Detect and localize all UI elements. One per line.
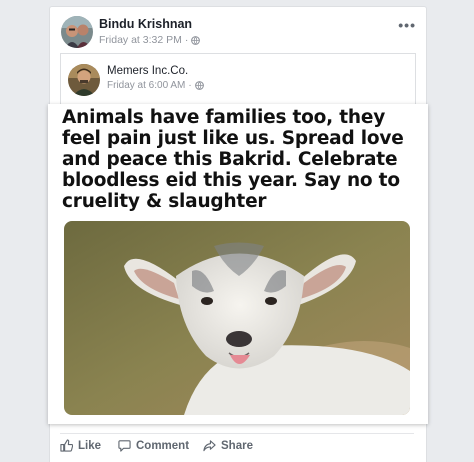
globe-icon [191, 35, 201, 45]
meme-caption: Animals have families too, they feel pai… [62, 107, 404, 212]
post-actions: Like Comment Share [60, 433, 414, 456]
poster-avatar[interactable] [61, 16, 93, 48]
shared-time[interactable]: Friday at 6:00 AM [107, 80, 185, 91]
comment-label: Comment [136, 439, 190, 452]
like-button[interactable]: Like [60, 439, 101, 452]
like-icon [60, 439, 73, 452]
post-card: Bindu Krishnan Friday at 3:32 PM · ••• M… [48, 6, 428, 462]
poster-name[interactable]: Bindu Krishnan [99, 17, 192, 31]
post-timestamp: Friday at 3:32 PM · [99, 34, 201, 46]
shared-meta-separator: · [188, 80, 192, 91]
comment-icon [118, 440, 131, 452]
meta-separator: · [184, 34, 189, 46]
shared-author-name[interactable]: Memers Inc.Co. [107, 65, 188, 77]
shared-timestamp: Friday at 6:00 AM · [107, 80, 204, 91]
shared-post: Memers Inc.Co. Friday at 6:00 AM · Anima… [48, 53, 428, 424]
globe-icon [194, 81, 204, 90]
share-button[interactable]: Share [203, 439, 253, 452]
like-label: Like [78, 439, 102, 452]
shared-author-avatar[interactable] [68, 64, 100, 96]
comment-button[interactable]: Comment [118, 439, 189, 452]
more-icon[interactable]: ••• [398, 17, 416, 33]
goat-photo [64, 221, 410, 415]
share-icon [203, 440, 216, 452]
share-label: Share [221, 439, 253, 452]
post-time[interactable]: Friday at 3:32 PM [99, 34, 182, 46]
meme-image[interactable]: Animals have families too, they feel pai… [48, 104, 428, 424]
